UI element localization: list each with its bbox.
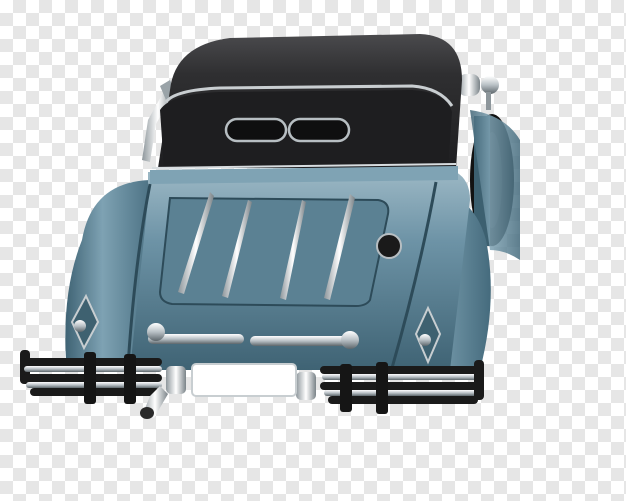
bumper-right (320, 360, 484, 414)
bumper-left (20, 350, 162, 404)
right-side-mirror (458, 74, 499, 110)
license-plate (191, 363, 297, 397)
soft-top-roof (158, 34, 462, 168)
rear-window-left (224, 117, 288, 143)
car-illustration (20, 34, 520, 419)
fuel-cap (376, 233, 402, 259)
vintage-car-image (0, 0, 626, 501)
rear-window-right (287, 117, 351, 143)
